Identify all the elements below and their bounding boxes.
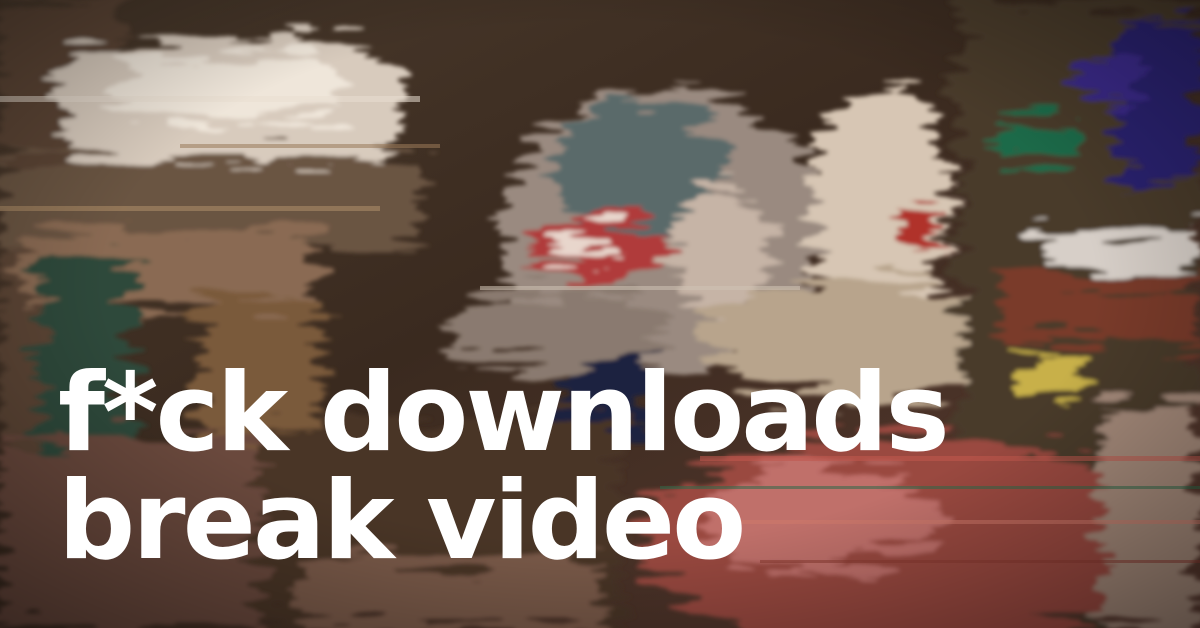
headline: f*ck downloads break video bbox=[58, 351, 950, 584]
social-card: f*ck downloads break video bbox=[0, 0, 1200, 628]
headline-line-2: break video bbox=[58, 459, 746, 584]
headline-line-1: f*ck downloads bbox=[58, 351, 950, 476]
